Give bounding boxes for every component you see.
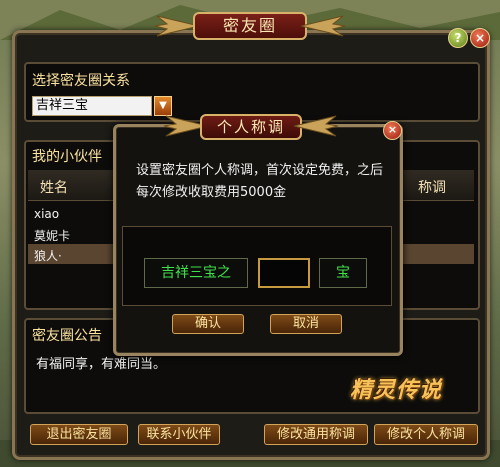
exit-circle-button[interactable]: 退出密友圈 (30, 424, 128, 445)
modify-personal-title-button[interactable]: 修改个人称调 (374, 424, 478, 445)
window-title: 密友圈 (193, 12, 307, 40)
dialog-title-banner: 个人称调 (162, 112, 340, 142)
nickname-prefix: 吉祥三宝之 (144, 258, 248, 288)
column-header-title[interactable]: 称调 (418, 177, 446, 197)
nickname-input[interactable] (258, 258, 310, 288)
cancel-button[interactable]: 取消 (270, 314, 342, 334)
contact-partner-button[interactable]: 联系小伙伴 (138, 424, 220, 445)
modify-common-title-button[interactable]: 修改通用称调 (264, 424, 368, 445)
nickname-suffix: 宝 (319, 258, 367, 288)
announcement-label: 密友圈公告 (32, 328, 102, 344)
relation-label: 选择密友圈关系 (32, 73, 130, 89)
row-name: xiao (34, 207, 60, 221)
confirm-button[interactable]: 确认 (172, 314, 244, 334)
close-icon[interactable]: × (470, 28, 490, 48)
partners-label: 我的小伙伴 (32, 149, 102, 165)
column-header-name[interactable]: 姓名 (40, 177, 68, 197)
window-title-banner: 密友圈 (153, 8, 347, 42)
row-name: 莫妮卡 (34, 229, 71, 243)
row-name: 狼人· (34, 249, 62, 263)
help-icon[interactable]: ? (448, 28, 468, 48)
relation-select[interactable]: 吉祥三宝 (32, 96, 152, 116)
game-logo: 精灵传说 (350, 377, 443, 403)
wing-ornament-icon (301, 15, 346, 37)
dialog-close-icon[interactable]: × (383, 121, 402, 140)
dialog-title: 个人称调 (200, 114, 302, 140)
wing-ornament-icon (294, 115, 339, 137)
dialog-description: 设置密友圈个人称调，首次设定免费，之后每次修改收取费用5000金 (136, 163, 384, 200)
